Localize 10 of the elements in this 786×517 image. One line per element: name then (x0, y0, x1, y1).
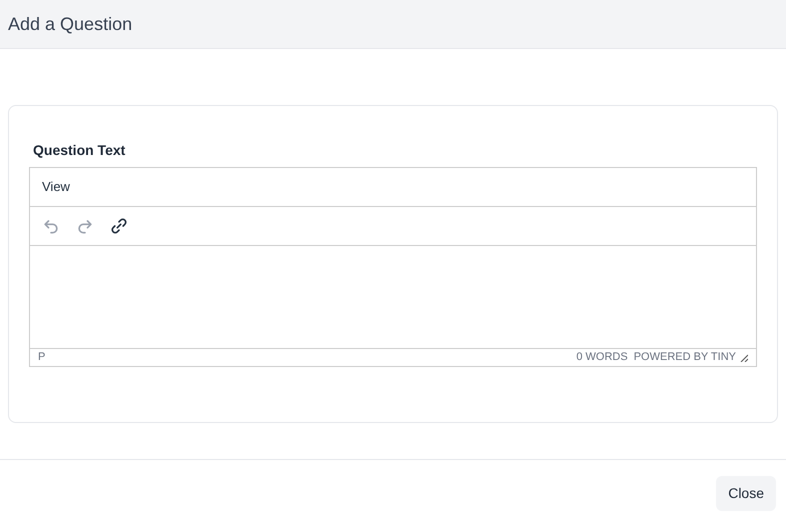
element-path: P (38, 350, 46, 366)
close-button[interactable]: Close (716, 476, 776, 511)
menu-item[interactable]: View (42, 177, 70, 197)
link-icon (109, 216, 129, 236)
dialog-title: Add a Question (8, 12, 132, 36)
rich-text-editor[interactable]: View P 0 WORDS POWERED BY TINY (29, 167, 757, 367)
branding-link[interactable]: POWERED BY TINY (634, 349, 736, 366)
field-label: Question Text (32, 141, 126, 160)
resize-handle-icon[interactable] (740, 354, 748, 362)
word-count: 0 WORDS (576, 350, 628, 366)
